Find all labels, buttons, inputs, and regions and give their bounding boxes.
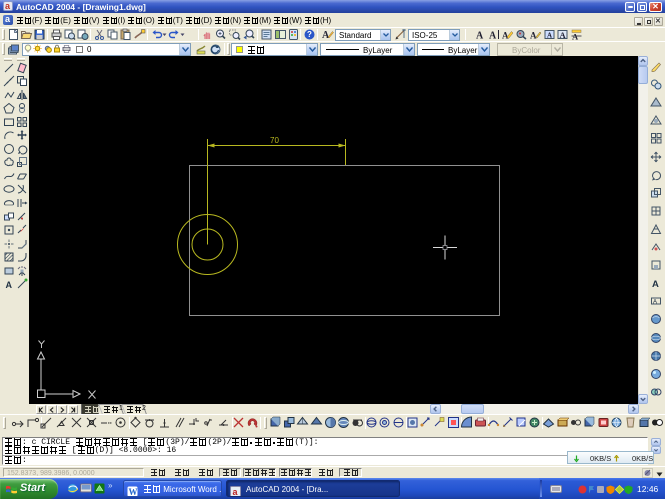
- svg-text:70: 70: [270, 136, 279, 145]
- svg-text:A: A: [652, 279, 659, 289]
- svg-text:A: A: [322, 30, 330, 41]
- svg-text:A: A: [560, 30, 567, 40]
- svg-text:A: A: [653, 300, 657, 306]
- svg-text:A: A: [547, 32, 552, 40]
- svg-text:?: ?: [307, 30, 312, 39]
- svg-text:A: A: [489, 31, 497, 42]
- svg-text:W: W: [129, 487, 138, 497]
- svg-text:A: A: [530, 31, 537, 41]
- svg-text:A: A: [5, 280, 12, 290]
- svg-text:A: A: [476, 31, 484, 42]
